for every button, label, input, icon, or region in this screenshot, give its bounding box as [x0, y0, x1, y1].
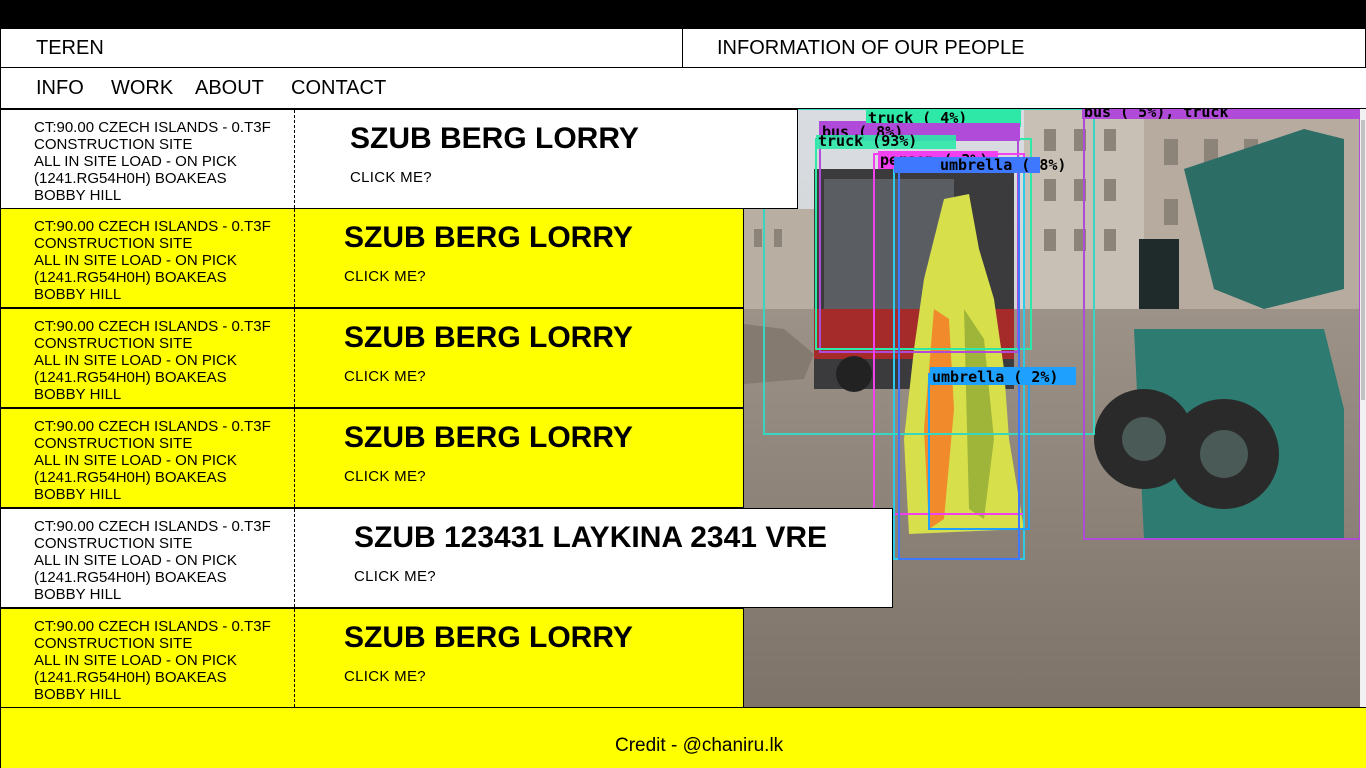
- detection-label: truck (93%): [818, 132, 917, 150]
- detection-label: bus ( 5%), truck: [1084, 109, 1229, 121]
- top-black-bar: [0, 0, 1366, 29]
- meta-line: ALL IN SITE LOAD - ON PICK: [34, 352, 237, 369]
- meta-line: (1241.RG54H0H) BOAKEAS: [34, 469, 227, 486]
- nav-contact[interactable]: CONTACT: [291, 77, 386, 100]
- meta-line: (1241.RG54H0H) BOAKEAS: [34, 170, 227, 187]
- meta-line: CONSTRUCTION SITE: [34, 435, 193, 452]
- listing-row: CT:90.00 CZECH ISLANDS - 0.T3F CONSTRUCT…: [0, 608, 744, 708]
- meta-line: ALL IN SITE LOAD - ON PICK: [34, 652, 237, 669]
- listing-title: SZUB 123431 LAYKINA 2341 VRE: [354, 521, 827, 554]
- meta-line: CONSTRUCTION SITE: [34, 136, 193, 153]
- footer-credit[interactable]: Credit - @chaniru.lk: [615, 735, 783, 757]
- listing-meta: CT:90.00 CZECH ISLANDS - 0.T3F CONSTRUCT…: [1, 509, 295, 607]
- detection-label: umbrella ( 8%): [940, 156, 1066, 174]
- meta-line: CT:90.00 CZECH ISLANDS - 0.T3F: [34, 318, 271, 335]
- detection-scene-svg: truck ( 4%) bus ( 8%) truck (93%) person…: [744, 109, 1360, 708]
- listing-meta: CT:90.00 CZECH ISLANDS - 0.T3F CONSTRUCT…: [1, 209, 295, 307]
- detection-label: umbrella ( 2%): [932, 368, 1058, 386]
- listing-row: CT:90.00 CZECH ISLANDS - 0.T3F CONSTRUCT…: [0, 308, 744, 408]
- building-left: [744, 209, 814, 319]
- meta-line: CONSTRUCTION SITE: [34, 235, 193, 252]
- object-detection-image: truck ( 4%) bus ( 8%) truck (93%) person…: [744, 109, 1360, 708]
- click-me-link[interactable]: CLICK ME?: [344, 368, 426, 385]
- site-brand[interactable]: TEREN: [1, 29, 683, 67]
- meta-line: ALL IN SITE LOAD - ON PICK: [34, 452, 237, 469]
- meta-line: BOBBY HILL: [34, 386, 122, 403]
- site-header: TEREN INFORMATION OF OUR PEOPLE: [0, 29, 1366, 68]
- meta-line: BOBBY HILL: [34, 486, 122, 503]
- listing-row: CT:90.00 CZECH ISLANDS - 0.T3F CONSTRUCT…: [0, 408, 744, 508]
- listing-title: SZUB BERG LORRY: [350, 122, 639, 155]
- listing-row: CT:90.00 CZECH ISLANDS - 0.T3F CONSTRUCT…: [0, 109, 798, 209]
- listing-row: CT:90.00 CZECH ISLANDS - 0.T3F CONSTRUCT…: [0, 508, 893, 608]
- site-tagline: INFORMATION OF OUR PEOPLE: [717, 37, 1025, 59]
- meta-line: (1241.RG54H0H) BOAKEAS: [34, 669, 227, 686]
- meta-line: ALL IN SITE LOAD - ON PICK: [34, 552, 237, 569]
- listing-title: SZUB BERG LORRY: [344, 321, 633, 354]
- nav-work[interactable]: WORK: [111, 77, 173, 100]
- meta-line: CT:90.00 CZECH ISLANDS - 0.T3F: [34, 119, 271, 136]
- meta-line: BOBBY HILL: [34, 187, 122, 204]
- meta-line: CONSTRUCTION SITE: [34, 535, 193, 552]
- nav-info[interactable]: INFO: [36, 77, 84, 100]
- meta-line: ALL IN SITE LOAD - ON PICK: [34, 252, 237, 269]
- scrollbar-thumb[interactable]: [1361, 120, 1365, 400]
- listing-title: SZUB BERG LORRY: [344, 221, 633, 254]
- site-footer: Credit - @chaniru.lk: [0, 707, 1366, 768]
- meta-line: (1241.RG54H0H) BOAKEAS: [34, 369, 227, 386]
- listing-meta: CT:90.00 CZECH ISLANDS - 0.T3F CONSTRUCT…: [1, 110, 295, 208]
- listing-meta: CT:90.00 CZECH ISLANDS - 0.T3F CONSTRUCT…: [1, 609, 295, 707]
- meta-line: CONSTRUCTION SITE: [34, 335, 193, 352]
- listing-meta: CT:90.00 CZECH ISLANDS - 0.T3F CONSTRUCT…: [1, 309, 295, 407]
- listing-title: SZUB BERG LORRY: [344, 421, 633, 454]
- meta-line: BOBBY HILL: [34, 286, 122, 303]
- meta-line: CT:90.00 CZECH ISLANDS - 0.T3F: [34, 218, 271, 235]
- click-me-link[interactable]: CLICK ME?: [344, 468, 426, 485]
- meta-line: CT:90.00 CZECH ISLANDS - 0.T3F: [34, 418, 271, 435]
- click-me-link[interactable]: CLICK ME?: [344, 268, 426, 285]
- meta-line: BOBBY HILL: [34, 686, 122, 703]
- meta-line: BOBBY HILL: [34, 586, 122, 603]
- meta-line: (1241.RG54H0H) BOAKEAS: [34, 269, 227, 286]
- meta-line: CT:90.00 CZECH ISLANDS - 0.T3F: [34, 518, 271, 535]
- main-nav: INFO WORK ABOUT CONTACT: [0, 68, 1366, 109]
- meta-line: ALL IN SITE LOAD - ON PICK: [34, 153, 237, 170]
- click-me-link[interactable]: CLICK ME?: [350, 169, 432, 186]
- listing-meta: CT:90.00 CZECH ISLANDS - 0.T3F CONSTRUCT…: [1, 409, 295, 507]
- meta-line: CONSTRUCTION SITE: [34, 635, 193, 652]
- nav-about[interactable]: ABOUT: [195, 77, 264, 100]
- listing-title: SZUB BERG LORRY: [344, 621, 633, 654]
- meta-line: CT:90.00 CZECH ISLANDS - 0.T3F: [34, 618, 271, 635]
- click-me-link[interactable]: CLICK ME?: [344, 668, 426, 685]
- meta-line: (1241.RG54H0H) BOAKEAS: [34, 569, 227, 586]
- click-me-link[interactable]: CLICK ME?: [354, 568, 436, 585]
- listing-row: CT:90.00 CZECH ISLANDS - 0.T3F CONSTRUCT…: [0, 208, 744, 308]
